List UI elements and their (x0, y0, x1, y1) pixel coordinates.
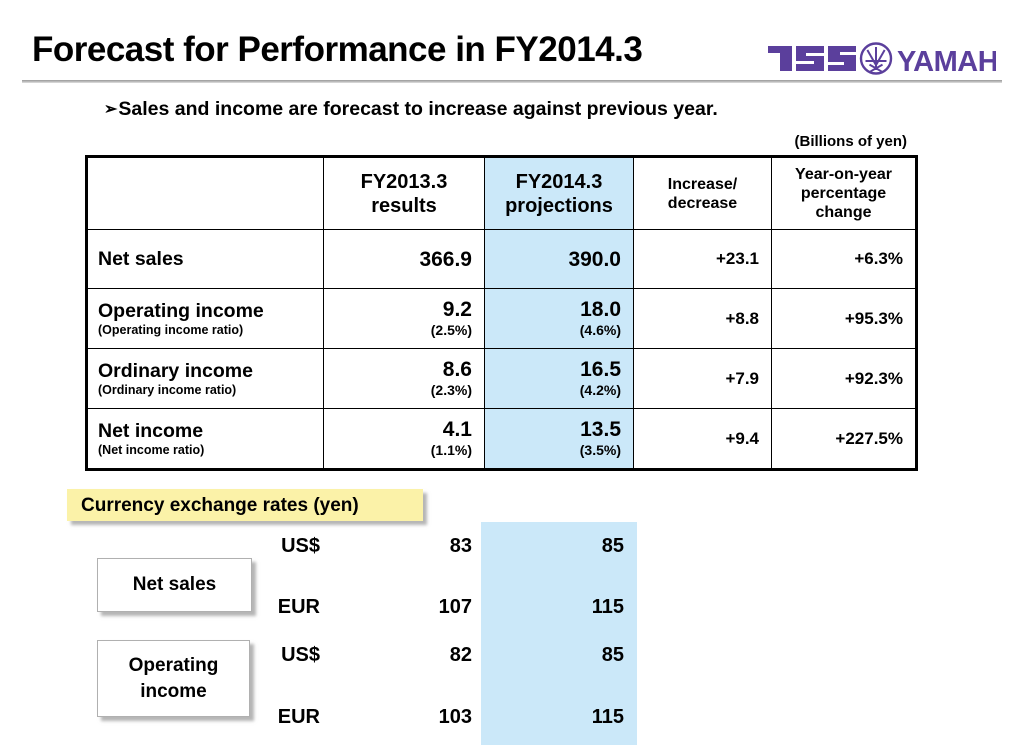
header-increase-line2: decrease (667, 194, 738, 212)
row-sublabel: (Ordinary income ratio) (98, 382, 237, 397)
row-pct-cell: +92.3% (771, 348, 918, 409)
table-row: Net sales 366.9 390.0 +23.1 +6.3% (85, 229, 918, 289)
row-proj-cell: 390.0 (484, 229, 634, 289)
page-title: Forecast for Performance in FY2014.3 (32, 30, 643, 69)
yamaha-tuning-fork-icon (859, 42, 893, 75)
row-delta-value: +7.9 (725, 368, 759, 388)
title-divider (22, 80, 1002, 83)
header-cell-fy2013-results: FY2013.3 results (323, 155, 485, 230)
fx-currency-label: US$ (281, 535, 320, 557)
row-proj-cell: 18.0 (4.6%) (484, 288, 634, 349)
row-proj-cell: 13.5 (3.5%) (484, 408, 634, 471)
row-proj-value: 13.5 (580, 418, 621, 441)
bullet-line: ➢Sales and income are forecast to increa… (104, 96, 718, 123)
header-fy2013-line1: FY2013.3 (360, 170, 448, 193)
table-row: Operating income (Operating income ratio… (85, 288, 918, 349)
row-proj-ratio: (4.2%) (579, 382, 621, 398)
fx-previous-value: 82 (449, 644, 472, 666)
header-cell-fy2014-projections: FY2014.3 projections (484, 155, 634, 230)
units-label: (Billions of yen) (794, 133, 908, 150)
row-proj-ratio: (3.5%) (579, 442, 621, 458)
yamaha-logo-svg: YAMAHA (768, 42, 1020, 78)
row-delta-cell: +9.4 (633, 408, 772, 471)
row-prev-ratio: (2.5%) (430, 322, 472, 338)
bullet-text: Sales and income are forecast to increas… (118, 98, 718, 120)
row-label: Net income (98, 419, 204, 442)
row-proj-value: 18.0 (580, 298, 621, 321)
row-label-cell: Ordinary income (Ordinary income ratio) (85, 348, 324, 409)
row-prev-cell: 9.2 (2.5%) (323, 288, 485, 349)
row-label: Ordinary income (98, 359, 253, 382)
row-label-cell: Net income (Net income ratio) (85, 408, 324, 471)
header-yoy-line3: change (815, 204, 872, 221)
fx-currency-label: US$ (281, 644, 320, 666)
header-yoy-line2: percentage (800, 185, 887, 202)
fx-previous-value: 83 (449, 535, 472, 557)
fx-group-label-line2: income (140, 680, 207, 702)
fx-currency-label: EUR (277, 706, 320, 728)
row-delta-value: +8.8 (725, 308, 759, 328)
row-pct-cell: +6.3% (771, 229, 918, 289)
row-label: Net sales (98, 248, 184, 270)
bullet-arrow-icon: ➢ (104, 101, 118, 118)
yamaha-wordmark-text: YAMAHA (897, 46, 996, 78)
yamaha-logo: YAMAHA (766, 40, 1020, 78)
row-prev-ratio: (1.1%) (430, 442, 472, 458)
fx-currency-label: EUR (277, 596, 320, 618)
header-fy2014-line1: FY2014.3 (515, 170, 603, 193)
row-pct-cell: +227.5% (771, 408, 918, 471)
row-prev-value: 9.2 (442, 298, 472, 321)
fx-projection-value: 85 (601, 644, 624, 666)
header-cell-blank (85, 155, 324, 230)
row-prev-cell: 366.9 (323, 229, 485, 289)
row-pct-value: +6.3% (854, 249, 903, 268)
table-row: Ordinary income (Ordinary income ratio) … (85, 348, 918, 409)
header-increase-line1: Increase/ (667, 175, 738, 193)
header-fy2013-line2: results (371, 194, 437, 217)
table-header-row: FY2013.3 results FY2014.3 projections In… (85, 155, 918, 230)
fx-previous-value: 103 (438, 706, 472, 728)
yamaha-wordmark: YAMAHA (897, 46, 1020, 78)
row-delta-cell: +8.8 (633, 288, 772, 349)
row-proj-cell: 16.5 (4.2%) (484, 348, 634, 409)
row-delta-value: +9.4 (725, 428, 759, 448)
header-cell-increase-decrease: Increase/ decrease (633, 155, 772, 230)
row-prev-ratio: (2.3%) (430, 382, 472, 398)
row-pct-value: +227.5% (835, 428, 903, 448)
fx-projection-value: 85 (601, 535, 624, 557)
row-label: Operating income (98, 299, 264, 322)
row-pct-value: +95.3% (844, 308, 903, 328)
row-label-cell: Net sales (85, 229, 324, 289)
fx-projection-value: 115 (591, 706, 624, 728)
row-prev-cell: 8.6 (2.3%) (323, 348, 485, 409)
anniversary-125-mark (768, 46, 856, 71)
fx-previous-value: 107 (438, 596, 472, 618)
table-row: Net income (Net income ratio) 4.1 (1.1%)… (85, 408, 918, 471)
row-proj-ratio: (4.6%) (579, 322, 621, 338)
row-prev-value: 8.6 (442, 358, 472, 381)
row-delta-cell: +7.9 (633, 348, 772, 409)
row-prev-cell: 4.1 (1.1%) (323, 408, 485, 471)
row-delta-value: +23.1 (715, 249, 759, 268)
row-prev-value: 4.1 (442, 418, 472, 441)
header-yoy-line1: Year-on-year (795, 166, 892, 183)
row-pct-cell: +95.3% (771, 288, 918, 349)
header-cell-yoy-pct-change: Year-on-year percentage change (771, 155, 918, 230)
row-pct-value: +92.3% (844, 368, 903, 388)
row-sublabel: (Net income ratio) (98, 442, 205, 457)
row-prev-value: 366.9 (419, 247, 472, 271)
row-proj-value: 390.0 (568, 247, 621, 271)
row-delta-cell: +23.1 (633, 229, 772, 289)
performance-table: FY2013.3 results FY2014.3 projections In… (85, 155, 918, 471)
row-proj-value: 16.5 (580, 358, 621, 381)
row-label-cell: Operating income (Operating income ratio… (85, 288, 324, 349)
fx-projection-value: 115 (591, 596, 624, 618)
row-sublabel: (Operating income ratio) (98, 322, 244, 337)
fx-section-title-box: Currency exchange rates (yen) (67, 489, 423, 521)
fx-section-title: Currency exchange rates (yen) (81, 495, 359, 516)
header-fy2014-line2: projections (505, 194, 613, 217)
